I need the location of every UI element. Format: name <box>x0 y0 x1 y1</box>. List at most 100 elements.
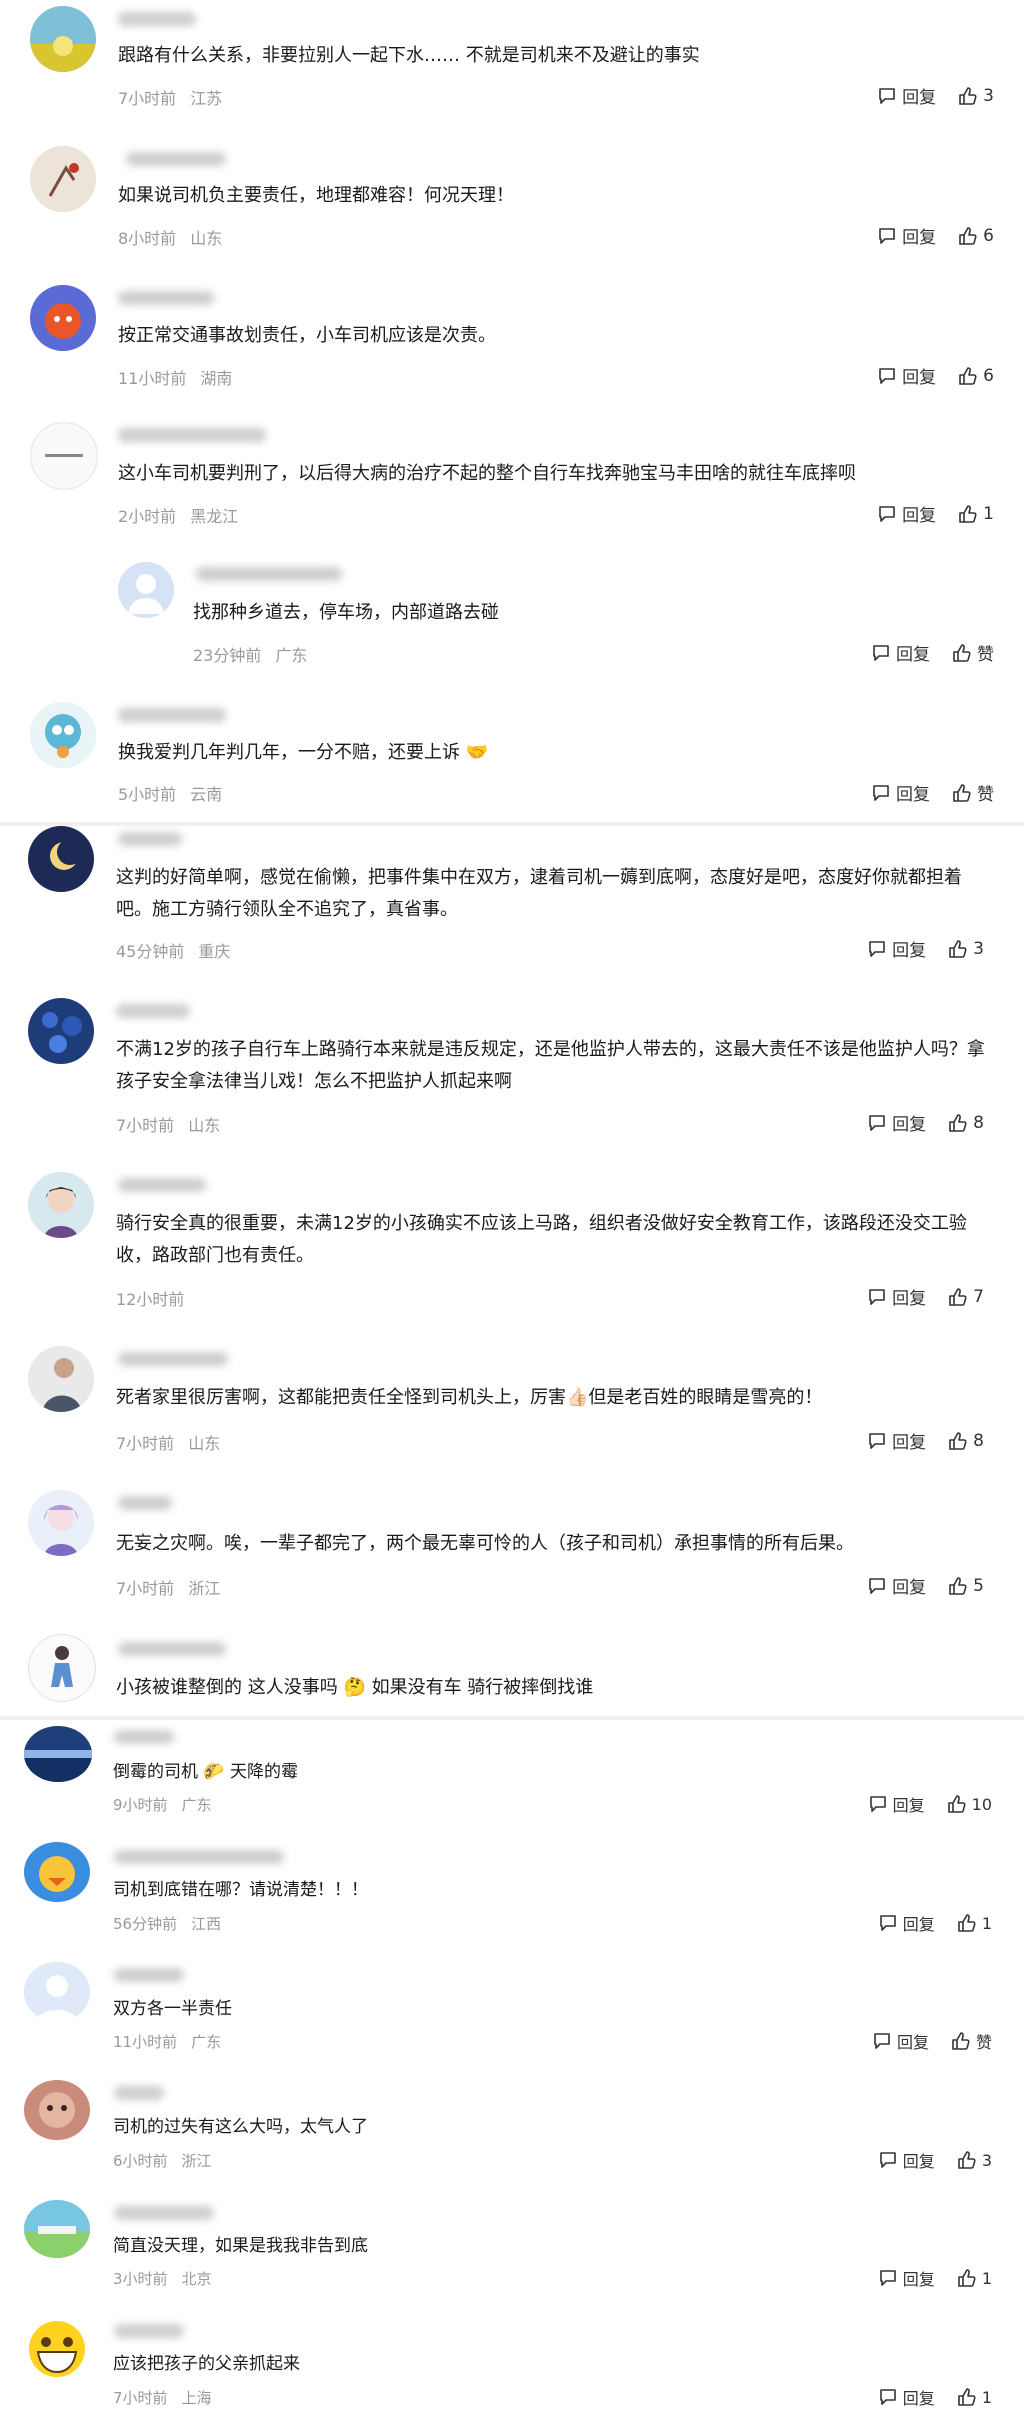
comment-time: 9小时前 <box>113 1796 168 1814</box>
comment-region: 广东 <box>275 646 308 665</box>
username[interactable] <box>118 1496 172 1510</box>
comment-meta: 6小时前 浙江 <box>113 2150 212 2171</box>
chat-bubble-icon <box>869 1432 885 1449</box>
reply-button[interactable]: 回复 <box>877 363 936 388</box>
avatar[interactable] <box>28 1634 96 1702</box>
reply-button[interactable]: 回复 <box>867 1428 926 1453</box>
comment-text: 死者家里很厉害啊，这都能把责任全怪到司机头上，厉害👍🏻但是老百姓的眼睛是雪亮的！ <box>116 1387 823 1408</box>
comment-region: 北京 <box>181 2270 212 2288</box>
like-button[interactable]: 1 <box>957 2387 992 2407</box>
like-button[interactable]: 3 <box>957 2150 992 2170</box>
comment-time: 3小时前 <box>113 2270 168 2288</box>
avatar[interactable] <box>24 1962 90 2022</box>
avatar[interactable] <box>28 1490 94 1556</box>
reply-button[interactable]: 回复 <box>878 1911 935 1935</box>
like-button[interactable]: 7 <box>948 1287 984 1307</box>
comment-actions: 回复 7 <box>867 1284 984 1309</box>
like-button[interactable]: 10 <box>947 1794 992 1814</box>
avatar[interactable] <box>28 1346 94 1412</box>
like-button[interactable]: 赞 <box>952 780 994 805</box>
reply-button[interactable]: 回复 <box>878 2148 935 2172</box>
avatar[interactable] <box>24 2318 90 2380</box>
reply-button[interactable]: 回复 <box>877 83 936 108</box>
like-button[interactable]: 1 <box>958 504 994 524</box>
like-count: 1 <box>981 2387 992 2407</box>
username[interactable] <box>118 1642 226 1656</box>
username[interactable] <box>114 1730 174 1744</box>
like-button[interactable]: 8 <box>948 1431 984 1451</box>
avatar[interactable] <box>118 562 174 618</box>
reply-button[interactable]: 回复 <box>877 501 936 526</box>
avatar[interactable] <box>30 702 96 768</box>
comment-actions: 回复 8 <box>867 1428 984 1453</box>
username[interactable] <box>114 2086 164 2100</box>
comment-time: 8小时前 <box>118 229 177 248</box>
reply-button[interactable]: 回复 <box>877 223 936 248</box>
comment-time: 12小时前 <box>116 1290 185 1309</box>
username[interactable] <box>114 1968 184 1982</box>
like-button[interactable]: 赞 <box>952 640 994 665</box>
reply-button[interactable]: 回复 <box>871 780 930 805</box>
like-button[interactable]: 3 <box>958 86 994 106</box>
like-count: 3 <box>973 938 984 959</box>
comment-region: 重庆 <box>198 942 231 961</box>
like-button[interactable]: 6 <box>958 226 994 246</box>
username[interactable] <box>114 1850 284 1864</box>
chat-bubble-icon <box>873 784 889 801</box>
comment-actions: 回复 赞 <box>871 640 994 665</box>
avatar[interactable] <box>28 998 94 1064</box>
avatar[interactable] <box>24 1726 92 1782</box>
comment-text: 倒霉的司机 🌮 天降的霉 <box>113 1762 298 1782</box>
comment-text: 司机的过失有这么大吗，太气人了 <box>113 2117 368 2137</box>
reply-button[interactable]: 回复 <box>867 1573 926 1598</box>
reply-label: 回复 <box>902 2152 935 2171</box>
chat-bubble-icon <box>879 2152 896 2168</box>
like-button[interactable]: 赞 <box>951 2029 992 2053</box>
username[interactable] <box>118 1178 206 1192</box>
comment-time: 2小时前 <box>118 507 177 526</box>
reply-button[interactable]: 回复 <box>878 2266 935 2290</box>
username[interactable] <box>116 1004 190 1018</box>
username[interactable] <box>118 832 182 846</box>
comment-text: 不满12岁的孩子自行车上路骑行本来就是违反规定，还是他监护人带去的，这最大责任不… <box>116 1039 985 1092</box>
username[interactable] <box>118 12 196 26</box>
username[interactable] <box>118 428 266 442</box>
reply-button[interactable]: 回复 <box>867 1284 926 1309</box>
reply-button[interactable]: 回复 <box>867 936 926 961</box>
avatar[interactable] <box>28 826 94 892</box>
username[interactable] <box>118 291 214 305</box>
thumbs-up-icon <box>949 1431 967 1450</box>
reply-label: 回复 <box>902 228 937 248</box>
avatar[interactable] <box>30 146 96 212</box>
reply-button[interactable]: 回复 <box>878 2385 935 2409</box>
like-button[interactable]: 6 <box>958 366 994 386</box>
like-button[interactable]: 8 <box>948 1113 984 1133</box>
username[interactable] <box>118 1352 228 1366</box>
avatar[interactable] <box>30 6 96 72</box>
reply-button[interactable]: 回复 <box>872 2029 929 2053</box>
username[interactable] <box>118 708 226 722</box>
reply-label: 回复 <box>892 1433 927 1453</box>
avatar[interactable] <box>24 2080 90 2140</box>
avatar[interactable] <box>28 1172 94 1238</box>
like-count: 3 <box>981 2150 992 2170</box>
avatar[interactable] <box>24 1842 90 1902</box>
like-button[interactable]: 1 <box>957 2268 992 2288</box>
comment-time: 11小时前 <box>113 2033 178 2051</box>
avatar[interactable] <box>30 422 98 490</box>
like-button[interactable]: 5 <box>948 1576 984 1596</box>
avatar[interactable] <box>24 2200 90 2258</box>
like-button[interactable]: 3 <box>948 939 984 959</box>
username[interactable] <box>114 2206 214 2220</box>
reply-button[interactable]: 回复 <box>867 1110 926 1135</box>
username[interactable] <box>126 152 226 166</box>
thumbs-up-icon <box>958 2269 976 2287</box>
reply-button[interactable]: 回复 <box>871 640 930 665</box>
like-button[interactable]: 1 <box>957 1913 992 1933</box>
username[interactable] <box>114 2324 184 2338</box>
username[interactable] <box>196 567 342 581</box>
avatar[interactable] <box>30 285 96 351</box>
comment-meta: 45分钟前 重庆 <box>116 938 230 962</box>
reply-label: 回复 <box>902 2270 935 2289</box>
reply-button[interactable]: 回复 <box>868 1792 925 1816</box>
